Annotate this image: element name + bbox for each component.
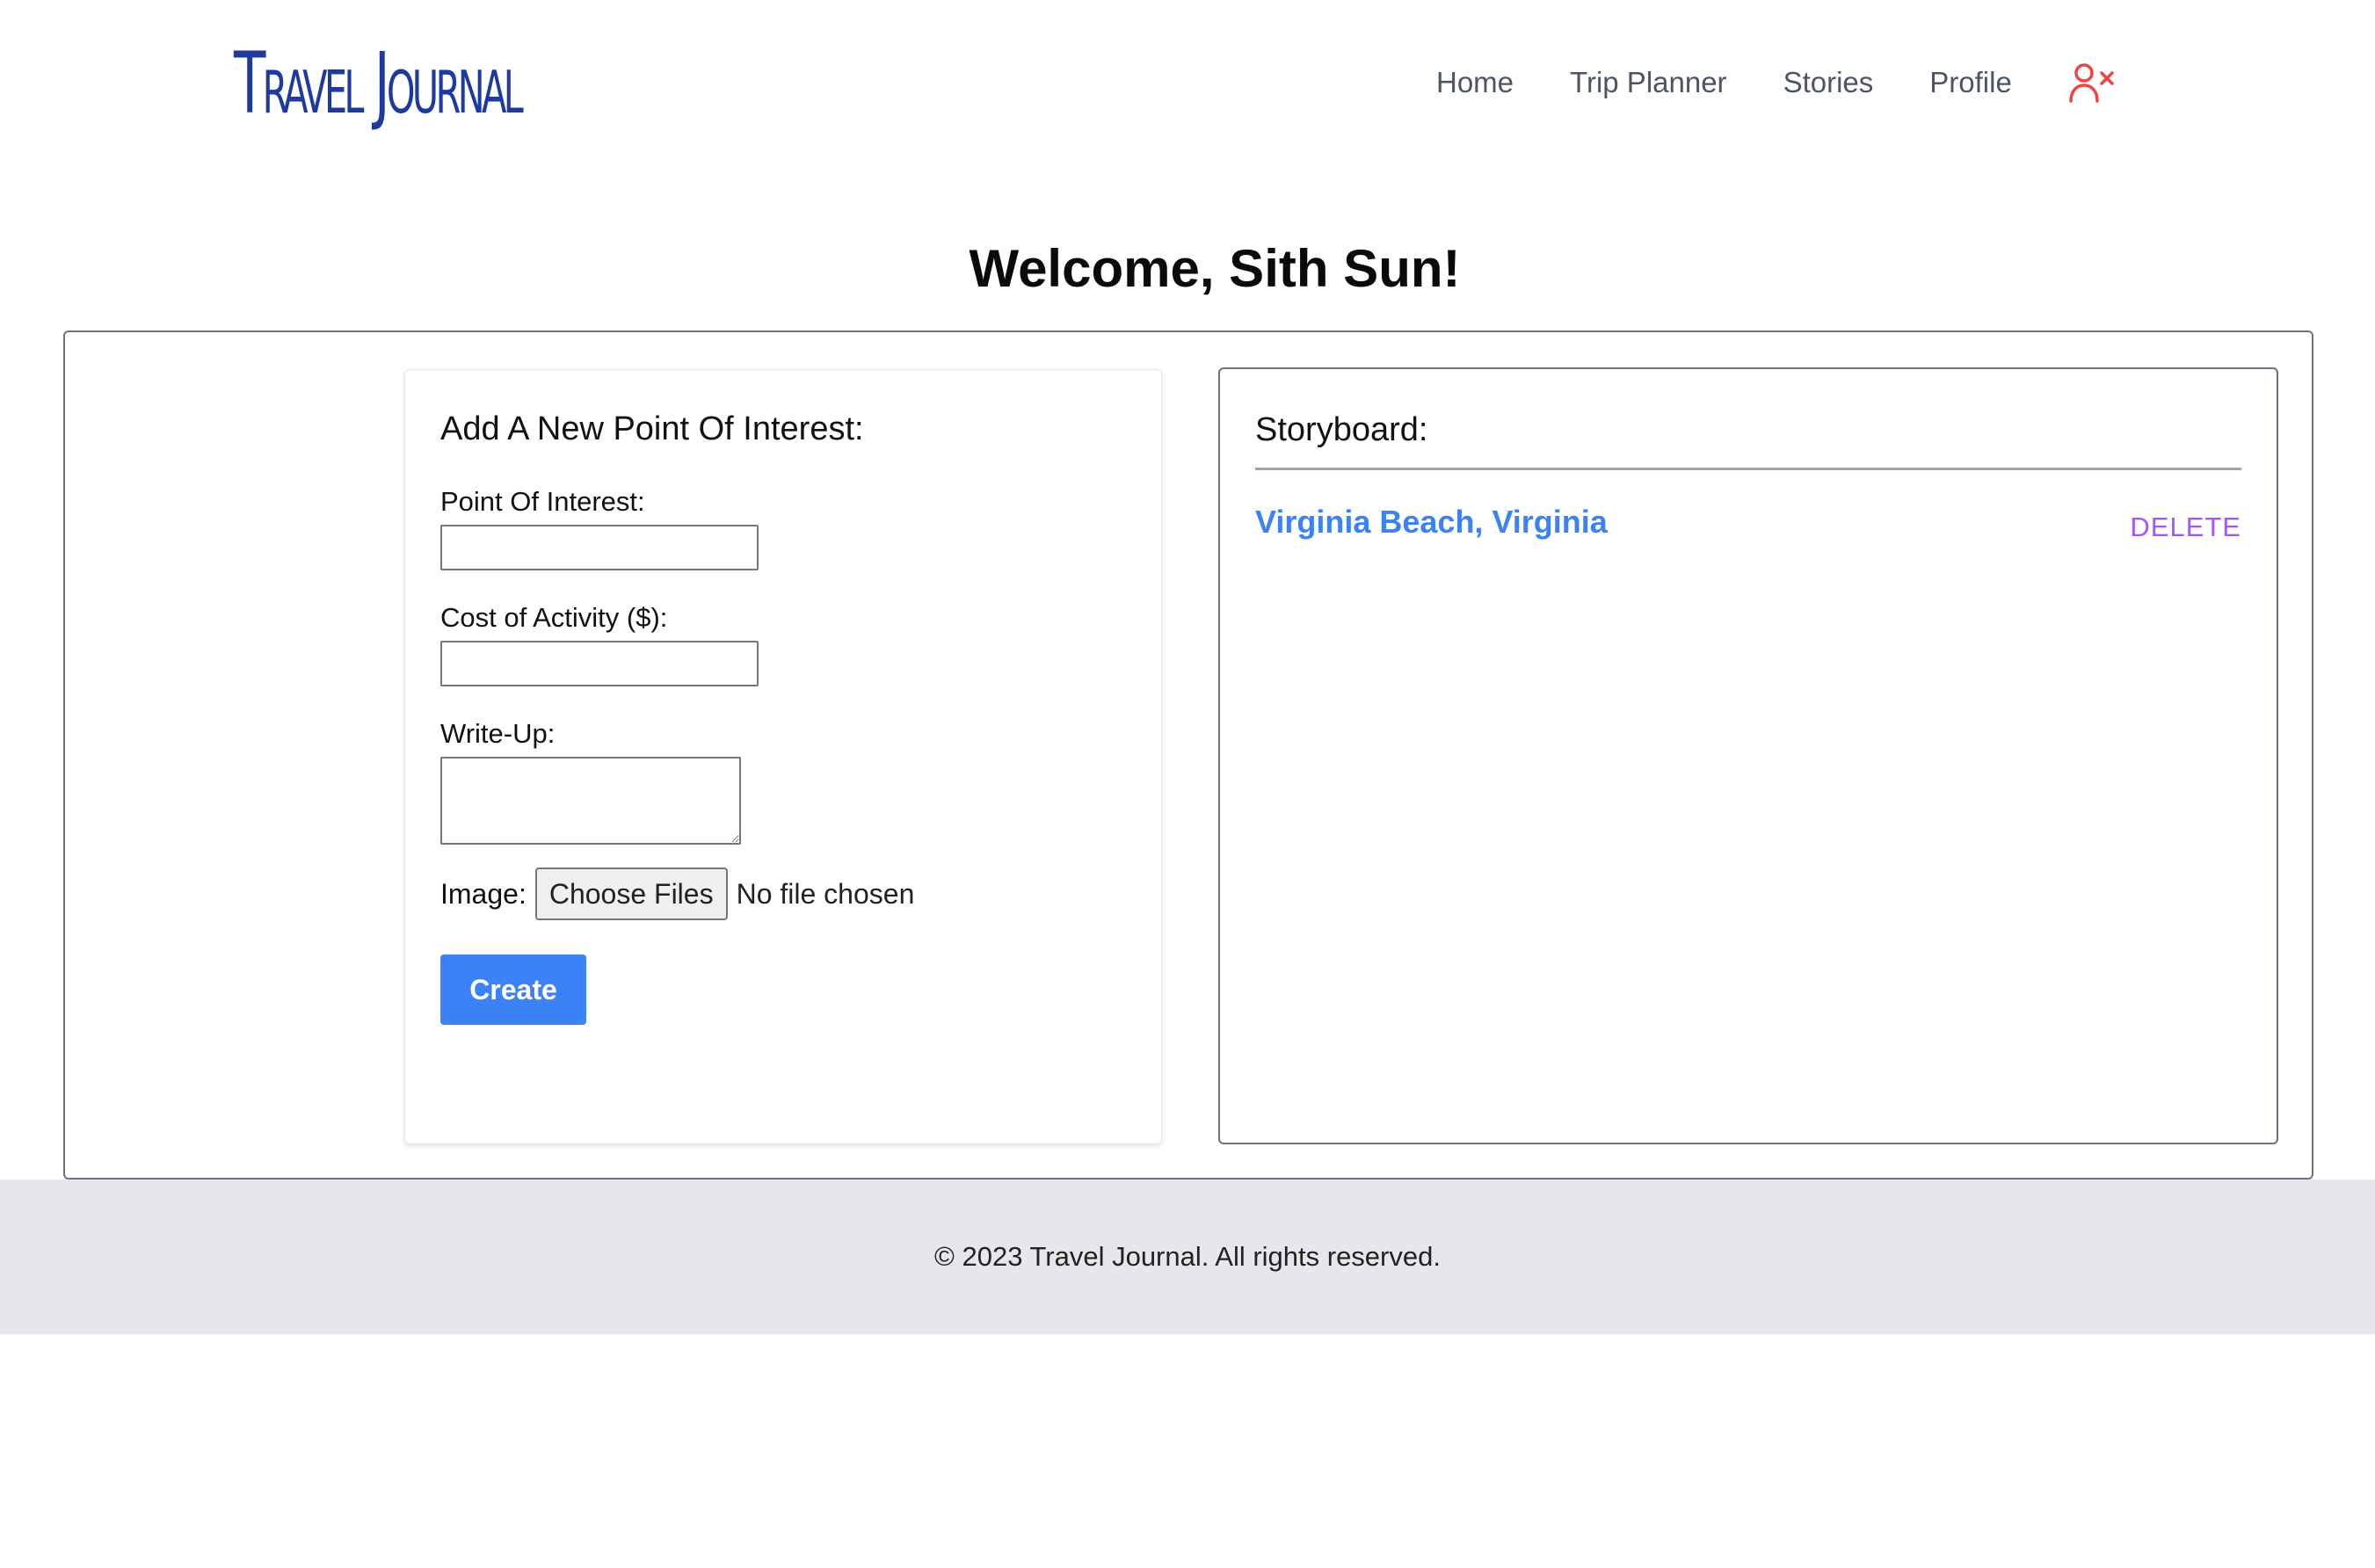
nav-home[interactable]: Home — [1436, 60, 1514, 105]
storyboard-panel: Storyboard: Virginia Beach, Virginia DEL… — [1218, 367, 2278, 1144]
story-item-link[interactable]: Virginia Beach, Virginia — [1255, 501, 1608, 543]
cost-input[interactable] — [440, 641, 759, 686]
file-status: No file chosen — [736, 877, 915, 910]
page: Travel Journal Home Trip Planner Stories… — [0, 0, 2375, 1568]
cost-label: Cost of Activity ($): — [440, 602, 668, 633]
add-poi-form: Add A New Point Of Interest: Point Of In… — [404, 369, 1162, 1144]
image-label: Image: — [440, 877, 527, 910]
writeup-label: Write-Up: — [440, 718, 556, 749]
poi-label: Point Of Interest: — [440, 486, 645, 517]
nav-stories[interactable]: Stories — [1783, 60, 1874, 105]
nav-trip-planner[interactable]: Trip Planner — [1570, 60, 1727, 105]
user-x-icon[interactable] — [2068, 61, 2116, 105]
site-header: Travel Journal Home Trip Planner Stories… — [0, 0, 2375, 167]
site-logo[interactable]: Travel Journal — [234, 35, 524, 132]
choose-files-button[interactable]: Choose Files — [534, 867, 728, 920]
writeup-textarea[interactable] — [440, 757, 741, 845]
create-button[interactable]: Create — [440, 955, 586, 1025]
form-title: Add A New Point Of Interest: — [440, 410, 864, 447]
delete-button[interactable]: DELETE — [2130, 510, 2241, 545]
main-nav: Home Trip Planner Stories Profile — [1436, 60, 2116, 105]
storyboard-divider — [1255, 468, 2241, 470]
nav-profile[interactable]: Profile — [1929, 60, 2012, 105]
site-footer: © 2023 Travel Journal. All rights reserv… — [0, 1180, 2375, 1334]
welcome-heading: Welcome, Sith Sun! — [969, 239, 1461, 298]
poi-input[interactable] — [440, 525, 759, 570]
footer-copyright: © 2023 Travel Journal. All rights reserv… — [934, 1241, 1441, 1272]
main-container: Add A New Point Of Interest: Point Of In… — [63, 330, 2313, 1180]
storyboard-title: Storyboard: — [1255, 411, 1428, 448]
image-upload-row: Image: Choose Files No file chosen — [440, 867, 914, 920]
